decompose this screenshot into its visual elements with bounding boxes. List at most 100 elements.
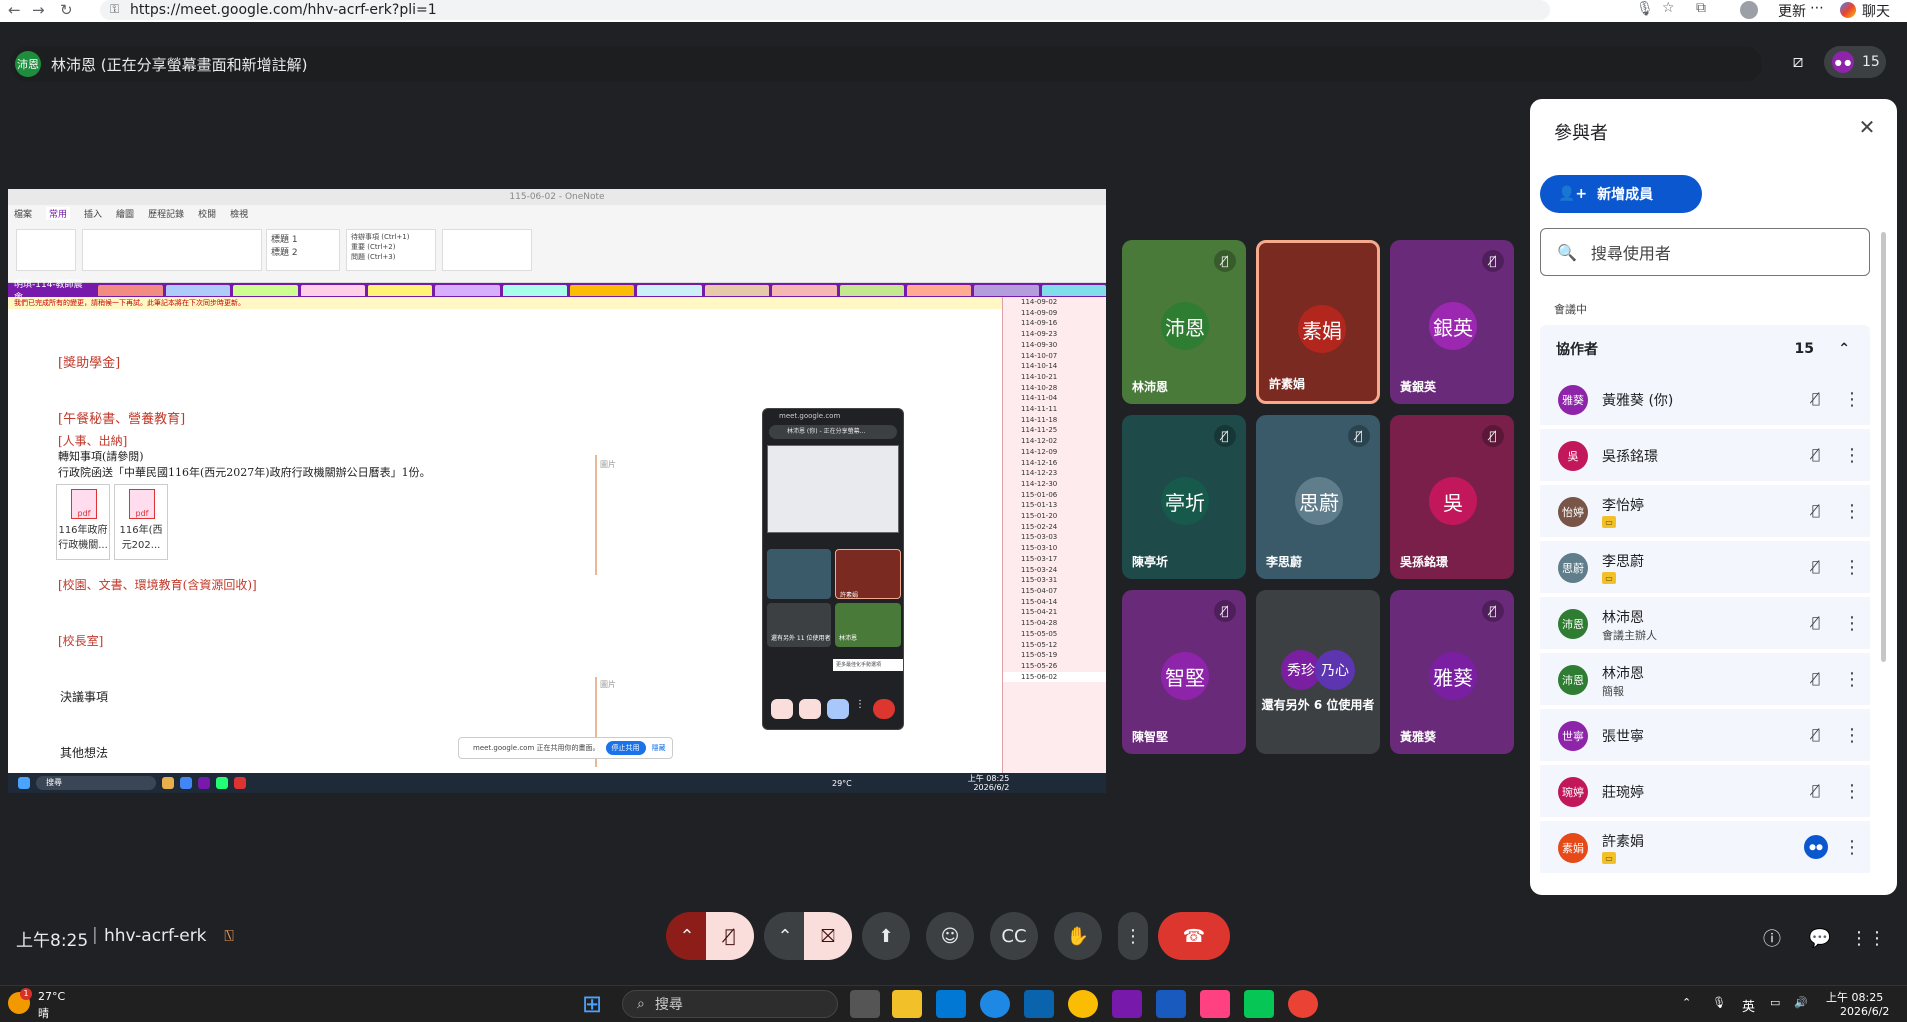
- participant-count-button[interactable]: ● ● 15: [1824, 46, 1886, 78]
- participant-tile[interactable]: 銀英 🎙̸ 黃銀英: [1390, 240, 1514, 404]
- page-list-item[interactable]: 114-12-09: [1003, 447, 1106, 458]
- page-list-item[interactable]: 115-02-24: [1003, 522, 1106, 533]
- page-list-item[interactable]: 114-11-25: [1003, 425, 1106, 436]
- mic-off-icon[interactable]: 🎙̸: [1804, 443, 1828, 467]
- contributors-header[interactable]: 協作者 15 ⌃: [1540, 325, 1870, 373]
- mini-camera-button[interactable]: [799, 699, 821, 719]
- page-list-item[interactable]: 115-04-07: [1003, 586, 1106, 597]
- app-icon[interactable]: [1200, 990, 1230, 1018]
- participant-row[interactable]: 琬婷 莊琬婷 🎙̸ ⋮: [1540, 765, 1870, 817]
- add-people-button[interactable]: 👤+ 新增成員: [1540, 175, 1702, 213]
- more-options-icon[interactable]: ⋮: [1843, 835, 1861, 859]
- windows-start-icon[interactable]: ⊞: [582, 992, 606, 1016]
- mini-mic-button[interactable]: [771, 699, 793, 719]
- participant-tile[interactable]: 素娟 許素娟: [1256, 240, 1380, 404]
- host-controls-icon[interactable]: ⧄: [1786, 50, 1810, 74]
- update-button[interactable]: 更新: [1778, 1, 1806, 21]
- mic-tray-icon[interactable]: 🎙: [1712, 996, 1726, 1009]
- participant-tile[interactable]: 秀珍 乃心 還有另外 6 位使用者: [1256, 590, 1380, 754]
- gemini-icon[interactable]: [1840, 2, 1856, 18]
- site-info-icon[interactable]: ⚿: [110, 2, 119, 17]
- chevron-up-icon[interactable]: ⌃: [1682, 996, 1691, 1009]
- more-options-icon[interactable]: ⋮: [1843, 555, 1861, 579]
- page-list-item[interactable]: 114-11-18: [1003, 415, 1106, 426]
- participant-row[interactable]: 思蔚 李思蔚 ▭ 🎙̸ ⋮: [1540, 541, 1870, 593]
- section-tab[interactable]: [974, 284, 1039, 296]
- file-explorer-icon[interactable]: [892, 990, 922, 1018]
- mic-off-icon[interactable]: 🎙̸: [1804, 611, 1828, 635]
- camera-off-button[interactable]: ⛝: [804, 912, 852, 960]
- section-tab[interactable]: [435, 284, 500, 296]
- page-list-item[interactable]: 114-11-04: [1003, 393, 1106, 404]
- chevron-up-icon[interactable]: ⌃: [1838, 341, 1850, 357]
- chat-button[interactable]: 聊天: [1862, 1, 1890, 21]
- page-list-item[interactable]: 115-03-24: [1003, 565, 1106, 576]
- room-icon[interactable]: ⍂: [214, 924, 244, 948]
- section-tab[interactable]: [570, 284, 635, 296]
- section-tab[interactable]: [367, 284, 433, 296]
- address-bar[interactable]: ⚿ https://meet.google.com/hhv-acrf-erk?p…: [100, 0, 1550, 20]
- page-list-item[interactable]: 115-03-31: [1003, 575, 1106, 586]
- section-tab[interactable]: [906, 284, 972, 296]
- panel-scrollbar[interactable]: [1881, 232, 1886, 662]
- line-icon[interactable]: [1244, 990, 1274, 1018]
- page-list-item[interactable]: 115-05-26: [1003, 661, 1106, 672]
- page-list-item[interactable]: 114-09-23: [1003, 329, 1106, 340]
- page-list-item[interactable]: 114-09-30: [1003, 340, 1106, 351]
- back-icon[interactable]: ←: [8, 1, 21, 19]
- page-list-item[interactable]: 115-05-12: [1003, 640, 1106, 651]
- search-people-input[interactable]: 🔍 搜尋使用者: [1540, 228, 1870, 276]
- taskbar-date[interactable]: 2026/6/2: [1840, 1005, 1889, 1018]
- video-options-button[interactable]: ⌃: [764, 912, 806, 960]
- hide-button[interactable]: 隱藏: [652, 743, 666, 753]
- page-list-item[interactable]: 114-10-21: [1003, 372, 1106, 383]
- page-list-item[interactable]: 114-10-14: [1003, 361, 1106, 372]
- taskbar-time[interactable]: 上午 08:25: [1826, 989, 1883, 1005]
- section-tab[interactable]: [839, 284, 904, 296]
- section-tab[interactable]: [98, 284, 163, 296]
- page-list-item[interactable]: 115-05-19: [1003, 650, 1106, 661]
- mic-off-icon[interactable]: 🎙̸: [1804, 667, 1828, 691]
- extensions-icon[interactable]: ⧉: [1696, 0, 1706, 16]
- more-options-icon[interactable]: ⋮: [1843, 387, 1861, 411]
- section-tab[interactable]: [233, 284, 298, 296]
- apps-grid-icon[interactable]: ⋮⋮: [1850, 924, 1886, 952]
- more-options-icon[interactable]: ⋮: [1843, 723, 1861, 747]
- page-list-item[interactable]: 114-12-16: [1003, 458, 1106, 469]
- page-list-item[interactable]: 115-03-17: [1003, 554, 1106, 565]
- close-icon[interactable]: ✕: [1853, 113, 1881, 141]
- page-list-item[interactable]: 114-12-02: [1003, 436, 1106, 447]
- participant-tile[interactable]: 吳 🎙̸ 吳孫銘璟: [1390, 415, 1514, 579]
- page-list-item[interactable]: 115-04-28: [1003, 618, 1106, 629]
- more-options-icon[interactable]: ⋮: [1843, 779, 1861, 803]
- participant-row[interactable]: 世寧 張世寧 🎙̸ ⋮: [1540, 709, 1870, 761]
- page-list-item[interactable]: 115-01-13: [1003, 500, 1106, 511]
- emoji-button[interactable]: ☺: [926, 912, 974, 960]
- page-list-item[interactable]: 115-05-05: [1003, 629, 1106, 640]
- section-tab[interactable]: [502, 284, 568, 296]
- speaking-icon[interactable]: ⦁⦁: [1804, 835, 1828, 859]
- mic-off-icon[interactable]: 🎙̸: [1804, 723, 1828, 747]
- mic-off-icon[interactable]: 🎙̸: [1804, 555, 1828, 579]
- volume-icon[interactable]: 🔊: [1794, 996, 1808, 1009]
- participant-tile[interactable]: 智堅 🎙̸ 陳智堅: [1122, 590, 1246, 754]
- present-button[interactable]: ⬆: [862, 912, 910, 960]
- mic-off-icon[interactable]: 🎙̸: [1804, 387, 1828, 411]
- page-list-item[interactable]: 115-03-03: [1003, 532, 1106, 543]
- chrome-icon[interactable]: [1068, 990, 1098, 1018]
- participant-row[interactable]: 怡婷 李怡婷 ▭ 🎙̸ ⋮: [1540, 485, 1870, 537]
- bookmark-star-icon[interactable]: ☆: [1662, 0, 1675, 16]
- page-list-item[interactable]: 115-04-21: [1003, 607, 1106, 618]
- raise-hand-button[interactable]: ✋: [1054, 912, 1102, 960]
- mini-present-button[interactable]: [827, 699, 849, 719]
- info-icon[interactable]: ⓘ: [1758, 924, 1786, 952]
- menu-dots-icon[interactable]: ⋯: [1810, 0, 1824, 16]
- participant-tile[interactable]: 雅葵 🎙̸ 黃雅葵: [1390, 590, 1514, 754]
- section-tab[interactable]: [704, 284, 770, 296]
- leave-call-button[interactable]: ☎: [1158, 912, 1230, 960]
- more-options-icon[interactable]: ⋮: [1843, 667, 1861, 691]
- task-view-icon[interactable]: [850, 990, 880, 1018]
- chat-icon[interactable]: 💬: [1806, 924, 1834, 952]
- mini-end-button[interactable]: [873, 699, 895, 719]
- page-list-item[interactable]: 115-06-02: [1003, 671, 1106, 683]
